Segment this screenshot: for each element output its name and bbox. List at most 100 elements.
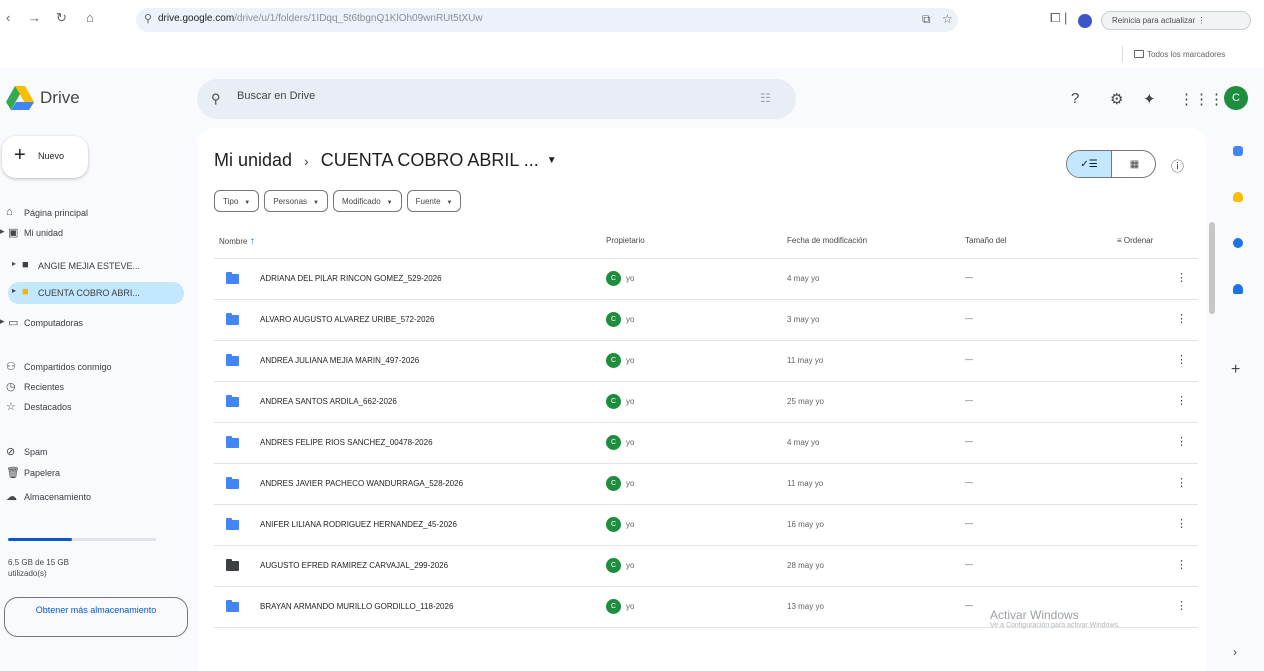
star-icon: ☆ — [6, 401, 16, 413]
owner-avatar: C — [606, 558, 621, 573]
file-name[interactable]: AUGUSTO EFRED RAMIREZ CARVAJAL_299-2026 — [260, 561, 448, 570]
column-owner-header[interactable]: Propietario — [606, 236, 645, 245]
nav-starred[interactable]: ☆ Destacados — [0, 396, 184, 418]
file-name[interactable]: ANDREA JULIANA MEJIA MARIN_497-2026 — [260, 356, 419, 365]
filter-type-chip[interactable]: Tipo ▼ — [214, 190, 260, 212]
sort-button[interactable]: ≡ Ordenar — [1117, 236, 1153, 245]
modified-date: 28 may yo — [787, 561, 824, 570]
owner-name: yo — [626, 479, 635, 488]
nav-computers[interactable]: ▸ ▭ Computadoras — [0, 312, 184, 334]
nav-label: CUENTA COBRO ABRI... — [38, 288, 140, 298]
profile-avatar[interactable] — [1078, 14, 1092, 28]
file-name[interactable]: ANDRES JAVIER PACHECO WANDURRAGA_528-202… — [260, 479, 463, 488]
divider: | — [1064, 10, 1068, 25]
nav-storage[interactable]: ☁ Almacenamiento — [0, 486, 184, 508]
nav-folder-angie[interactable]: ▸ ■ ANGIE MEJIA ESTEVE... — [0, 255, 184, 277]
breadcrumb-root[interactable]: Mi unidad — [214, 150, 292, 170]
search-options-icon[interactable]: ☷ — [760, 91, 771, 105]
column-modified-header[interactable]: Fecha de modificación — [787, 236, 867, 245]
table-row[interactable]: ANIFER LILIANA RODRIGUEZ HERNANDEZ_45-20… — [214, 505, 1198, 546]
gemini-spark-icon[interactable]: ✦ — [1143, 90, 1156, 108]
more-actions-icon[interactable]: ⋮ — [1176, 558, 1187, 571]
bookmark-star-icon[interactable]: ☆ — [942, 12, 953, 26]
file-name[interactable]: BRAYAN ARMANDO MURILLO GORDILLO_118-2026 — [260, 602, 453, 611]
plus-icon: + — [14, 144, 26, 166]
search-bar[interactable]: ⚲ ☷ — [197, 79, 796, 119]
more-actions-icon[interactable]: ⋮ — [1176, 435, 1187, 448]
reload-icon[interactable]: ↻ — [56, 10, 67, 26]
filter-source-chip[interactable]: Fuente ▼ — [406, 190, 462, 212]
update-button[interactable]: Reinicia para actualizar ⋮ — [1101, 11, 1251, 30]
table-row[interactable]: ANDRES FELIPE RIOS SANCHEZ_00478-2026 Cyo… — [214, 423, 1198, 464]
drive-logo-icon[interactable] — [6, 86, 34, 110]
more-actions-icon[interactable]: ⋮ — [1176, 599, 1187, 612]
expand-icon[interactable]: ▸ — [0, 316, 5, 327]
info-icon[interactable]: ⓘ — [1171, 156, 1184, 175]
tasks-icon[interactable] — [1233, 238, 1243, 248]
all-bookmarks-button[interactable]: Todos los marcadores — [1134, 50, 1225, 59]
calendar-icon[interactable] — [1233, 146, 1243, 156]
more-actions-icon[interactable]: ⋮ — [1176, 476, 1187, 489]
file-name[interactable]: ADRIANA DEL PILAR RINCON GOMEZ_529-2026 — [260, 274, 442, 283]
address-bar[interactable]: ⚲ drive.google.com/drive/u/1/folders/1ID… — [136, 8, 958, 32]
list-view-button[interactable]: ✓☰ — [1067, 151, 1112, 177]
new-button[interactable]: + Nuevo — [2, 136, 88, 178]
file-name[interactable]: ANIFER LILIANA RODRIGUEZ HERNANDEZ_45-20… — [260, 520, 457, 529]
owner-avatar: C — [606, 312, 621, 327]
apps-grid-icon[interactable]: ⋮⋮⋮ — [1179, 90, 1224, 108]
home-icon: ⌂ — [6, 206, 13, 218]
keep-icon[interactable] — [1233, 192, 1243, 202]
more-actions-icon[interactable]: ⋮ — [1176, 353, 1187, 366]
column-size-header[interactable]: Tamaño del — [965, 236, 1006, 245]
grid-view-button[interactable]: ▦ — [1112, 151, 1155, 177]
more-actions-icon[interactable]: ⋮ — [1176, 271, 1187, 284]
search-icon[interactable]: ⚲ — [211, 91, 221, 107]
filter-modified-chip[interactable]: Modificado ▼ — [332, 190, 402, 212]
table-row[interactable]: ALVARO AUGUSTO ALVAREZ URIBE_572-2026 Cyo… — [214, 300, 1198, 341]
nav-recent[interactable]: ◷ Recientes — [0, 376, 184, 398]
expand-icon[interactable]: ▸ — [12, 259, 16, 268]
avatar-letter: C — [1232, 92, 1240, 104]
search-input[interactable] — [237, 90, 737, 102]
owner-name: yo — [626, 315, 635, 324]
nav-folder-cuenta-cobro[interactable]: ▸ ■ CUENTA COBRO ABRI... — [8, 282, 184, 304]
nav-my-drive[interactable]: ▸ ▣ Mi unidad — [0, 222, 184, 244]
expand-icon[interactable]: ▸ — [12, 286, 16, 295]
site-info-icon[interactable]: ⚲ — [144, 12, 152, 25]
nav-trash[interactable]: 🗑 Papelera — [0, 462, 184, 484]
chevron-down-icon[interactable]: ▼ — [547, 155, 557, 166]
nav-shared[interactable]: ⚇ Compartidos conmigo — [0, 356, 184, 378]
column-name-header[interactable]: Nombre ↑ — [219, 236, 255, 247]
more-actions-icon[interactable]: ⋮ — [1176, 394, 1187, 407]
filter-people-chip[interactable]: Personas ▼ — [264, 190, 328, 212]
sort-arrow-up-icon[interactable]: ↑ — [250, 236, 255, 247]
forward-icon[interactable]: → — [28, 10, 41, 25]
nav-spam[interactable]: ⊘ Spam — [0, 441, 184, 463]
table-row[interactable]: AUGUSTO EFRED RAMIREZ CARVAJAL_299-2026 C… — [214, 546, 1198, 587]
extensions-icon[interactable]: ⧠ — [1050, 10, 1060, 26]
get-more-storage-button[interactable]: Obtener más almacenamiento — [4, 597, 188, 637]
watermark-title: Activar Windows — [990, 608, 1079, 622]
file-name[interactable]: ANDREA SANTOS ARDILA_662-2026 — [260, 397, 397, 406]
back-icon[interactable]: ‹ — [6, 10, 10, 25]
table-row[interactable]: ANDREA JULIANA MEJIA MARIN_497-2026 Cyo 11… — [214, 341, 1198, 382]
table-row[interactable]: ANDREA SANTOS ARDILA_662-2026 Cyo 25 may y… — [214, 382, 1198, 423]
chevron-right-icon[interactable]: › — [1233, 645, 1237, 659]
account-avatar[interactable]: C — [1224, 86, 1248, 110]
nav-home[interactable]: ⌂ Página principal — [0, 202, 184, 224]
add-addon-icon[interactable]: + — [1231, 361, 1240, 379]
translate-icon[interactable]: ⧉ — [922, 12, 931, 27]
contacts-icon[interactable] — [1233, 284, 1243, 294]
breadcrumb-current[interactable]: CUENTA COBRO ABRIL ... — [321, 150, 539, 170]
scrollbar-thumb[interactable] — [1209, 222, 1215, 314]
file-name[interactable]: ANDRES FELIPE RIOS SANCHEZ_00478-2026 — [260, 438, 433, 447]
table-row[interactable]: ADRIANA DEL PILAR RINCON GOMEZ_529-2026 C… — [214, 259, 1198, 300]
settings-gear-icon[interactable]: ⚙ — [1110, 90, 1123, 108]
home-icon[interactable]: ⌂ — [86, 10, 94, 25]
table-row[interactable]: ANDRES JAVIER PACHECO WANDURRAGA_528-202… — [214, 464, 1198, 505]
file-name[interactable]: ALVARO AUGUSTO ALVAREZ URIBE_572-2026 — [260, 315, 434, 324]
help-icon[interactable]: ? — [1071, 90, 1079, 107]
more-actions-icon[interactable]: ⋮ — [1176, 312, 1187, 325]
expand-icon[interactable]: ▸ — [0, 226, 5, 237]
more-actions-icon[interactable]: ⋮ — [1176, 517, 1187, 530]
